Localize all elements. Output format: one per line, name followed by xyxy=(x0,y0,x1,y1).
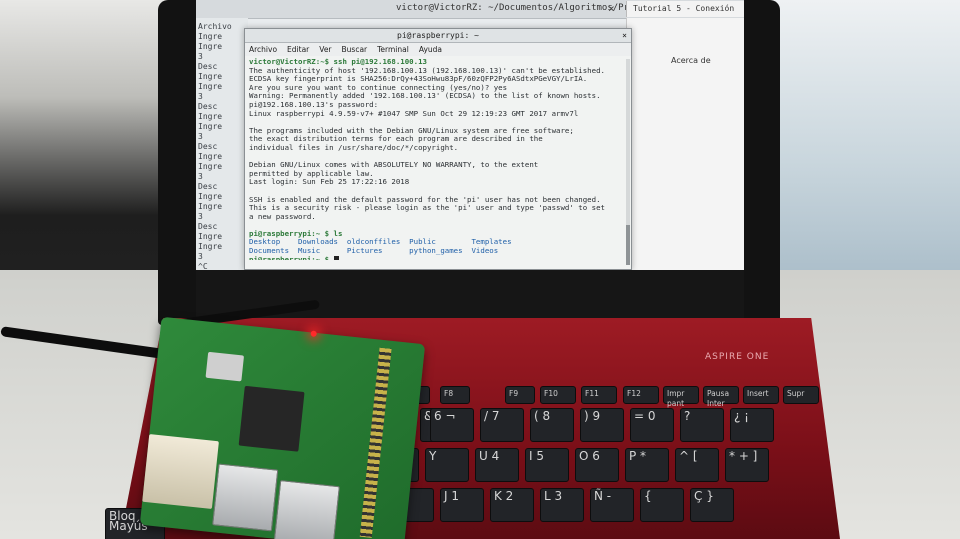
usb-port xyxy=(273,480,340,539)
keyboard-key[interactable]: O 6 xyxy=(575,448,619,482)
keyboard-key[interactable]: F8 xyxy=(440,386,470,404)
close-icon[interactable]: × xyxy=(608,2,615,15)
terminal-window[interactable]: pi@raspberrypi: ~ × Archivo Editar Ver Busc… xyxy=(244,28,632,270)
keyboard-key[interactable]: L 3 xyxy=(540,488,584,522)
file-panel-item: Archivo xyxy=(198,22,232,31)
terminal-prompt: pi@raspberrypi:~ $ xyxy=(249,254,334,260)
file-panel-item: ^C xyxy=(198,262,208,270)
hdmi-port xyxy=(205,351,245,382)
ethernet-port xyxy=(142,434,219,510)
file-panel-item: Ingre xyxy=(198,32,223,41)
keyboard-key[interactable]: Supr xyxy=(783,386,819,404)
keyboard-key[interactable]: ( 8 xyxy=(530,408,574,442)
keyboard-key[interactable]: Y xyxy=(425,448,469,482)
keyboard-key[interactable]: Ñ - xyxy=(590,488,634,522)
keyboard-key[interactable]: P * xyxy=(625,448,669,482)
file-panel-item: Ingre xyxy=(198,152,223,161)
file-panel-item: Ingre xyxy=(198,192,223,201)
terminal-line: individual files in /usr/share/doc/*/cop… xyxy=(249,142,459,152)
keyboard-key[interactable]: * + ] xyxy=(725,448,769,482)
keyboard-key[interactable]: { xyxy=(640,488,684,522)
keyboard-key[interactable]: = 0 xyxy=(630,408,674,442)
keyboard-key[interactable]: Pausa Inter xyxy=(703,386,739,408)
file-panel-item: 3 xyxy=(198,252,203,261)
file-panel-item: Ingre xyxy=(198,242,223,251)
photo-scene: victor@VictorRZ: ~/Documentos/Algoritmos… xyxy=(0,0,960,539)
terminal-menu-item[interactable]: Buscar xyxy=(342,45,368,54)
file-panel-item: 3 xyxy=(198,92,203,101)
file-panel-item: Ingre xyxy=(198,162,223,171)
keyboard-key[interactable]: K 2 xyxy=(490,488,534,522)
terminal-title-bar: pi@raspberrypi: ~ × xyxy=(245,29,631,43)
file-panel-item: Ingre xyxy=(198,122,223,131)
keyboard-key[interactable]: ) 9 xyxy=(580,408,624,442)
keyboard-key[interactable]: ¿ ¡ xyxy=(730,408,774,442)
keyboard-key[interactable]: F9 xyxy=(505,386,535,404)
terminal-line: Linux raspberrypi 4.9.59-v7+ #1047 SMP S… xyxy=(249,108,579,118)
keyboard-key[interactable]: Insert xyxy=(743,386,779,404)
keyboard-key[interactable]: 6 ¬ xyxy=(430,408,474,442)
terminal-output[interactable]: victor@VictorRZ:~$ ssh pi@192.168.100.13… xyxy=(245,56,631,260)
file-panel-item: 3 xyxy=(198,172,203,181)
background-browser-window: Acerca de xyxy=(626,18,744,270)
keyboard-key[interactable]: I 5 xyxy=(525,448,569,482)
keyboard-key[interactable]: / 7 xyxy=(480,408,524,442)
terminal-menu-item[interactable]: Editar xyxy=(287,45,309,54)
terminal-line: a new password. xyxy=(249,211,316,221)
file-panel-item: Ingre xyxy=(198,72,223,81)
file-panel-item: 3 xyxy=(198,212,203,221)
keyboard-key[interactable]: U 4 xyxy=(475,448,519,482)
file-panel-item: Desc xyxy=(198,102,218,111)
terminal-scrollbar[interactable] xyxy=(626,59,630,265)
keyboard-key[interactable]: F10 xyxy=(540,386,576,404)
keyboard-key[interactable]: ^ [ xyxy=(675,448,719,482)
power-led xyxy=(310,330,318,338)
file-panel-item: 3 xyxy=(198,132,203,141)
laptop-model-label: ASPIRE ONE xyxy=(705,352,770,362)
terminal-menu-item[interactable]: Ayuda xyxy=(419,45,442,54)
raspberry-pi-board xyxy=(139,316,426,539)
file-panel-item: Ingre xyxy=(198,112,223,121)
file-panel-item: Ingre xyxy=(198,82,223,91)
file-panel-item: Desc xyxy=(198,222,218,231)
terminal-menu-item[interactable]: Terminal xyxy=(377,45,409,54)
terminal-title: pi@raspberrypi: ~ xyxy=(397,31,479,40)
file-panel-item: Desc xyxy=(198,62,218,71)
close-icon[interactable]: × xyxy=(622,29,627,42)
file-panel-item: Desc xyxy=(198,182,218,191)
terminal-prompt-line[interactable]: pi@raspberrypi:~ $ xyxy=(249,254,627,260)
file-panel-item: Ingre xyxy=(198,202,223,211)
usb-port xyxy=(212,463,279,532)
keyboard-key[interactable]: F11 xyxy=(581,386,617,404)
browser-tab[interactable]: Tutorial 5 - Conexión xyxy=(626,1,744,17)
keyboard-key[interactable]: Impr pant xyxy=(663,386,699,408)
terminal-line: Last login: Sun Feb 25 17:22:16 2018 xyxy=(249,177,410,187)
soc-chip xyxy=(238,385,305,452)
keyboard-key[interactable]: Ç } xyxy=(690,488,734,522)
scrollbar-thumb[interactable] xyxy=(626,225,630,265)
file-panel-item: Desc xyxy=(198,142,218,151)
keyboard-key[interactable]: ? xyxy=(680,408,724,442)
gpio-header xyxy=(359,347,392,538)
file-panel: Archivo Ingre Ingre 3 Desc Ingre Ingre 3 Desc Ing… xyxy=(196,18,248,270)
desktop-top-bar: victor@VictorRZ: ~/Documentos/Algoritmos… xyxy=(196,0,744,19)
terminal-menu-bar: Archivo Editar Ver Buscar Terminal Ayuda xyxy=(245,43,631,56)
background-tab[interactable]: Acerca de xyxy=(671,56,711,65)
file-panel-item: 3 xyxy=(198,52,203,61)
terminal-menu-item[interactable]: Archivo xyxy=(249,45,277,54)
file-panel-item: Ingre xyxy=(198,232,223,241)
screen-bezel-bottom xyxy=(196,270,744,325)
laptop-screen: victor@VictorRZ: ~/Documentos/Algoritmos… xyxy=(196,0,744,270)
keyboard-key[interactable]: F12 xyxy=(623,386,659,404)
terminal-menu-item[interactable]: Ver xyxy=(319,45,331,54)
keyboard-key[interactable]: J 1 xyxy=(440,488,484,522)
file-panel-item: Ingre xyxy=(198,42,223,51)
text-cursor xyxy=(333,256,339,260)
